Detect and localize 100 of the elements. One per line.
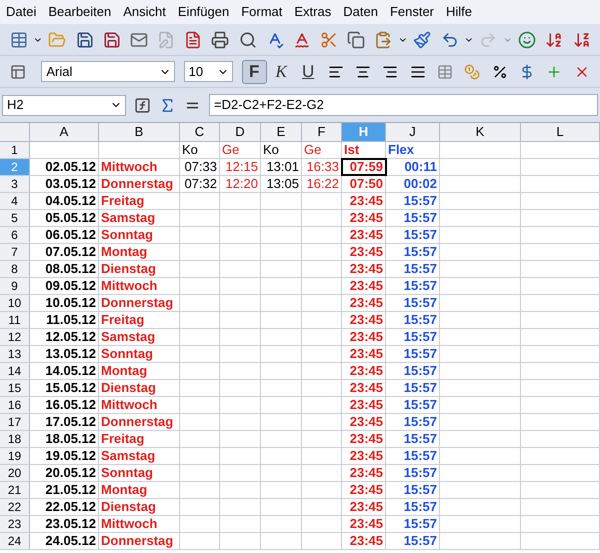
table-cell-text: 23:45 bbox=[348, 210, 384, 226]
table-cell-text: 23:45 bbox=[348, 414, 384, 430]
table-cell-text: 15:57 bbox=[402, 329, 438, 345]
table-cell-text: Donnerstag bbox=[100, 176, 174, 192]
table-cell-text: Montag bbox=[100, 482, 148, 498]
table-cell-text: 02.05.12 bbox=[44, 159, 97, 175]
row-header[interactable]: 17 bbox=[0, 414, 30, 430]
row-header[interactable]: 18 bbox=[0, 431, 30, 447]
table-cell-text: 23:45 bbox=[348, 397, 384, 413]
row-header[interactable]: 22 bbox=[0, 499, 30, 515]
row-header[interactable]: 9 bbox=[0, 278, 30, 294]
table-cell-text: 23:45 bbox=[348, 465, 384, 481]
table-cell-text: 15:57 bbox=[402, 210, 438, 226]
table-cell-text: 03.05.12 bbox=[44, 176, 97, 192]
row-header[interactable]: 19 bbox=[0, 448, 30, 464]
table-cell-text: 23:45 bbox=[348, 295, 384, 311]
column-header[interactable]: B bbox=[99, 123, 180, 141]
row-header[interactable]: 24 bbox=[0, 533, 30, 549]
menu-item[interactable]: Ansicht bbox=[117, 2, 172, 22]
font-name-field[interactable]: Arial bbox=[41, 61, 175, 82]
table-cell-text: 23.05.12 bbox=[44, 516, 97, 532]
table-cell-text: 23:45 bbox=[348, 244, 384, 260]
column-header[interactable]: A bbox=[30, 123, 99, 141]
table-cell-text: 23:45 bbox=[348, 346, 384, 362]
menu-item[interactable]: Bearbeiten bbox=[42, 2, 118, 22]
table-cell-text: Samstag bbox=[100, 329, 156, 345]
table-cell-text: 15:57 bbox=[402, 533, 438, 549]
column-header[interactable]: D bbox=[220, 123, 261, 141]
row-header[interactable]: 11 bbox=[0, 312, 30, 328]
table-cell-text: 17.05.12 bbox=[44, 414, 97, 430]
row-header[interactable]: 14 bbox=[0, 363, 30, 379]
table-cell-text: 04.05.12 bbox=[44, 193, 97, 209]
table-cell-text: 23:45 bbox=[348, 261, 384, 277]
table-cell-text: 15:57 bbox=[402, 227, 438, 243]
row-header[interactable]: 21 bbox=[0, 482, 30, 498]
table-cell-text: 15:57 bbox=[402, 346, 438, 362]
font-size-field[interactable]: 10 bbox=[184, 61, 233, 82]
table-cell-text: 15:57 bbox=[402, 193, 438, 209]
table-cell-text: 23:45 bbox=[348, 329, 384, 345]
table-cell-text: 15:57 bbox=[402, 397, 438, 413]
formula-field[interactable]: =D2-C2+F2-E2-G2 bbox=[209, 94, 598, 116]
menu-item[interactable]: Fenster bbox=[384, 2, 440, 22]
format-button[interactable]: F bbox=[242, 60, 267, 84]
name-box[interactable]: H2 bbox=[2, 94, 126, 116]
function-wizard-icon[interactable] bbox=[134, 96, 151, 114]
table-cell-text: Montag bbox=[100, 244, 148, 260]
table-cell-text: Ge bbox=[303, 142, 322, 158]
table-cell-text: Freitag bbox=[100, 431, 146, 447]
table-cell-text: 16:33 bbox=[305, 159, 340, 175]
table-cell-text: Sonntag bbox=[100, 346, 154, 362]
row-header[interactable]: 20 bbox=[0, 465, 30, 481]
table-cell-text: 23:45 bbox=[348, 363, 384, 379]
table-cell-text: 05.05.12 bbox=[44, 210, 97, 226]
row-header[interactable]: 10 bbox=[0, 295, 30, 311]
table-cell-text: 15:57 bbox=[402, 312, 438, 328]
row-header[interactable]: 5 bbox=[0, 210, 30, 226]
table-cell-text: Mittwoch bbox=[100, 516, 158, 532]
table-cell-text: 23:45 bbox=[348, 533, 384, 549]
column-header[interactable]: K bbox=[440, 123, 521, 141]
table-cell-text: 08.05.12 bbox=[44, 261, 97, 277]
table-cell-text: 23:45 bbox=[348, 516, 384, 532]
column-header[interactable]: J bbox=[386, 123, 440, 141]
menu-item[interactable]: Hilfe bbox=[440, 2, 478, 22]
column-header[interactable]: L bbox=[521, 123, 600, 141]
table-cell-text: Sonntag bbox=[100, 227, 154, 243]
format-button[interactable]: U bbox=[296, 60, 321, 84]
menu-item[interactable]: Daten bbox=[337, 2, 384, 22]
table-cell-text: 23:45 bbox=[348, 482, 384, 498]
menu-item[interactable]: Datei bbox=[0, 2, 42, 22]
row-header[interactable]: 8 bbox=[0, 261, 30, 277]
table-cell-text: Mittwoch bbox=[100, 159, 158, 175]
row-header[interactable]: 4 bbox=[0, 193, 30, 209]
table-cell-text: 21.05.12 bbox=[44, 482, 97, 498]
menu-item[interactable]: Einfügen bbox=[172, 2, 236, 22]
row-header[interactable]: 16 bbox=[0, 397, 30, 413]
row-header[interactable]: 1 bbox=[0, 142, 30, 158]
table-cell-text: Montag bbox=[100, 363, 148, 379]
table-cell-text: 10.05.12 bbox=[44, 295, 97, 311]
row-header[interactable]: 3 bbox=[0, 176, 30, 192]
row-header[interactable]: 13 bbox=[0, 346, 30, 362]
table-cell-text: 13.05.12 bbox=[44, 346, 97, 362]
table-cell-text: 18.05.12 bbox=[44, 431, 97, 447]
row-header[interactable]: 7 bbox=[0, 244, 30, 260]
table-cell-text: 23:45 bbox=[348, 227, 384, 243]
column-header[interactable]: C bbox=[180, 123, 220, 141]
table-cell-text: 07:32 bbox=[183, 176, 218, 192]
row-header[interactable]: 12 bbox=[0, 329, 30, 345]
table-cell-text: Freitag bbox=[100, 193, 146, 209]
menu-item[interactable]: Extras bbox=[288, 2, 338, 22]
format-button[interactable]: K bbox=[268, 60, 294, 84]
row-header[interactable]: 23 bbox=[0, 516, 30, 532]
table-cell-text: Ge bbox=[221, 142, 240, 158]
column-header[interactable]: E bbox=[261, 123, 302, 141]
row-header[interactable]: 15 bbox=[0, 380, 30, 396]
menu-item[interactable]: Format bbox=[235, 2, 288, 22]
table-cell-text: 06.05.12 bbox=[44, 227, 97, 243]
table-cell-text: Dienstag bbox=[100, 380, 157, 396]
table-cell-text: 13:01 bbox=[265, 159, 300, 175]
row-header[interactable]: 6 bbox=[0, 227, 30, 243]
table-cell-text: Samstag bbox=[100, 448, 156, 464]
